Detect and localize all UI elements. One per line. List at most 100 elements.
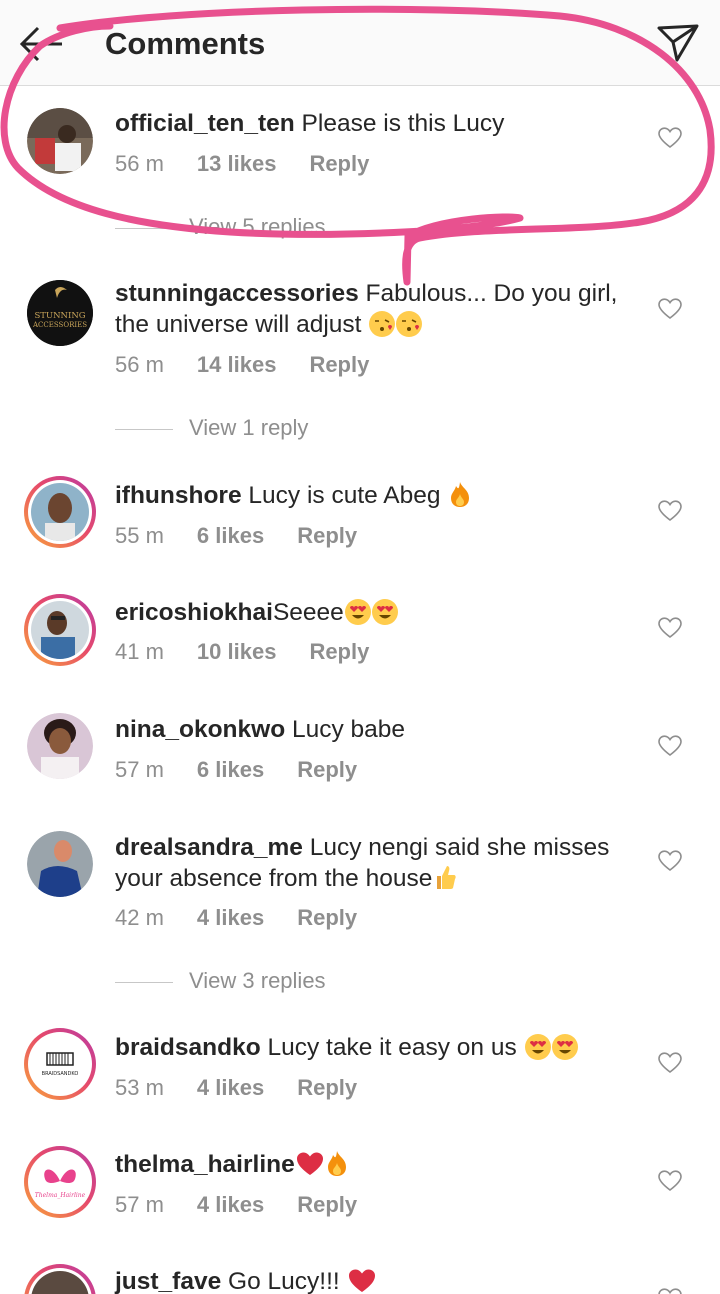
reply-button[interactable]: Reply	[297, 1073, 357, 1103]
heart-icon[interactable]	[658, 735, 682, 757]
heart-icon[interactable]	[658, 500, 682, 522]
heart-icon[interactable]	[658, 127, 682, 149]
header-bar: Comments	[0, 0, 720, 86]
comment-time: 53 m	[115, 1075, 164, 1100]
comment-text: ericoshiokhaiSeeee	[115, 597, 635, 628]
reply-button[interactable]: Reply	[297, 903, 357, 933]
share-button[interactable]	[655, 20, 701, 64]
avatar[interactable]: Thelma_Hairline	[24, 1146, 96, 1218]
paper-plane-icon	[657, 24, 699, 62]
heart-icon[interactable]	[658, 617, 682, 639]
avatar[interactable]	[24, 476, 96, 548]
likes-count[interactable]: 4 likes	[197, 1073, 264, 1103]
heart-icon[interactable]	[658, 1170, 682, 1192]
reply-button[interactable]: Reply	[297, 755, 357, 785]
thumbs-up-emoji-icon	[433, 863, 457, 889]
avatar[interactable]	[27, 713, 93, 779]
heart-eyes-emoji-icon	[344, 599, 371, 625]
likes-count[interactable]: 13 likes	[197, 149, 277, 179]
comment-time: 57 m	[115, 1192, 164, 1217]
likes-count[interactable]: 4 likes	[197, 1190, 264, 1220]
comment-text: drealsandra_me Lucy nengi said she misse…	[115, 832, 635, 894]
comment-body: Lucy is cute Abeg	[248, 482, 441, 509]
comment-time: 56 m	[115, 352, 164, 377]
avatar-logo-text: Thelma_Hairline	[35, 1192, 86, 1199]
avatar[interactable]: BRAIDSANDKO	[24, 1028, 96, 1100]
comment-meta: 56 m 14 likes Reply	[115, 350, 402, 380]
view-replies-label: View 3 replies	[189, 968, 326, 993]
comment-text: thelma_hairline	[115, 1149, 635, 1180]
view-replies-button[interactable]: View 5 replies	[115, 212, 326, 242]
fire-emoji-icon	[325, 1149, 349, 1176]
avatar[interactable]	[24, 1264, 96, 1294]
avatar-image	[27, 713, 93, 779]
red-heart-emoji-icon	[348, 1268, 376, 1294]
fire-emoji-icon	[448, 480, 472, 507]
reply-button[interactable]: Reply	[297, 521, 357, 551]
kiss-emoji-icon	[369, 311, 396, 337]
heart-icon[interactable]	[658, 1288, 682, 1294]
view-replies-label: View 1 reply	[189, 415, 309, 440]
avatar[interactable]	[27, 108, 93, 174]
comment-body: Go Lucy!!!	[228, 1268, 340, 1294]
kiss-emoji-icon	[396, 311, 423, 337]
comment-text: official_ten_ten Please is this Lucy	[115, 108, 635, 139]
likes-count[interactable]: 6 likes	[197, 521, 264, 551]
avatar-image	[27, 108, 93, 174]
avatar-image: STUNNING ACCESSORIES	[27, 280, 93, 346]
comment-meta: 56 m 13 likes Reply	[115, 149, 402, 179]
reply-button[interactable]: Reply	[309, 350, 369, 380]
likes-count[interactable]: 14 likes	[197, 350, 277, 380]
avatar-logo-text: BRAIDSANDKO	[42, 1071, 79, 1077]
comment-username[interactable]: ericoshiokhai	[115, 599, 273, 626]
reply-button[interactable]: Reply	[297, 1190, 357, 1220]
comment-username[interactable]: nina_okonkwo	[115, 716, 285, 743]
avatar-image: Thelma_Hairline	[31, 1153, 89, 1211]
likes-count[interactable]: 10 likes	[197, 637, 277, 667]
comment-body: Lucy babe	[291, 716, 406, 743]
avatar[interactable]	[24, 594, 96, 666]
comment-username[interactable]: ifhunshore	[115, 482, 242, 509]
comment-meta: 57 m 4 likes Reply	[115, 1190, 390, 1220]
heart-icon[interactable]	[658, 298, 682, 320]
comment-text: braidsandko Lucy take it easy on us	[115, 1032, 635, 1063]
comment-body: Please is this Lucy	[301, 110, 505, 137]
arrow-left-icon	[19, 26, 62, 62]
comment-username[interactable]: drealsandra_me	[115, 834, 303, 861]
avatar-image	[31, 1271, 89, 1294]
view-replies-label: View 5 replies	[189, 214, 326, 239]
avatar[interactable]	[27, 831, 93, 897]
comment-text: ifhunshore Lucy is cute Abeg	[115, 480, 635, 511]
reply-button[interactable]: Reply	[309, 149, 369, 179]
view-replies-button[interactable]: View 3 replies	[115, 966, 326, 996]
reply-button[interactable]: Reply	[309, 637, 369, 667]
avatar-image	[27, 831, 93, 897]
svg-text:STUNNING: STUNNING	[34, 311, 85, 321]
avatar-image: BRAIDSANDKO	[31, 1035, 89, 1093]
back-button[interactable]	[18, 24, 66, 64]
comment-text: stunningaccessories Fabulous... Do you g…	[115, 278, 635, 340]
heart-eyes-emoji-icon	[371, 599, 398, 625]
heart-eyes-emoji-icon	[551, 1034, 578, 1060]
view-replies-button[interactable]: View 1 reply	[115, 413, 308, 443]
comment-username[interactable]: thelma_hairline	[115, 1151, 295, 1178]
comment-username[interactable]: braidsandko	[115, 1034, 261, 1061]
comment-meta: 41 m 10 likes Reply	[115, 637, 402, 667]
heart-eyes-emoji-icon	[524, 1034, 551, 1060]
comment-text: just_fave Go Lucy!!!	[115, 1266, 635, 1294]
avatar-image	[31, 601, 89, 659]
comment-time: 42 m	[115, 905, 164, 930]
comment-meta: 53 m 4 likes Reply	[115, 1073, 390, 1103]
heart-icon[interactable]	[658, 1052, 682, 1074]
page-title: Comments	[105, 26, 266, 61]
likes-count[interactable]: 4 likes	[197, 903, 264, 933]
comment-username[interactable]: just_fave	[115, 1268, 221, 1294]
comment-text: nina_okonkwo Lucy babe	[115, 714, 635, 745]
comment-username[interactable]: stunningaccessories	[115, 280, 359, 307]
svg-text:ACCESSORIES: ACCESSORIES	[32, 321, 87, 329]
likes-count[interactable]: 6 likes	[197, 755, 264, 785]
comment-username[interactable]: official_ten_ten	[115, 110, 295, 137]
heart-icon[interactable]	[658, 850, 682, 872]
comment-meta: 42 m 4 likes Reply	[115, 903, 390, 933]
avatar[interactable]: STUNNING ACCESSORIES	[27, 280, 93, 346]
